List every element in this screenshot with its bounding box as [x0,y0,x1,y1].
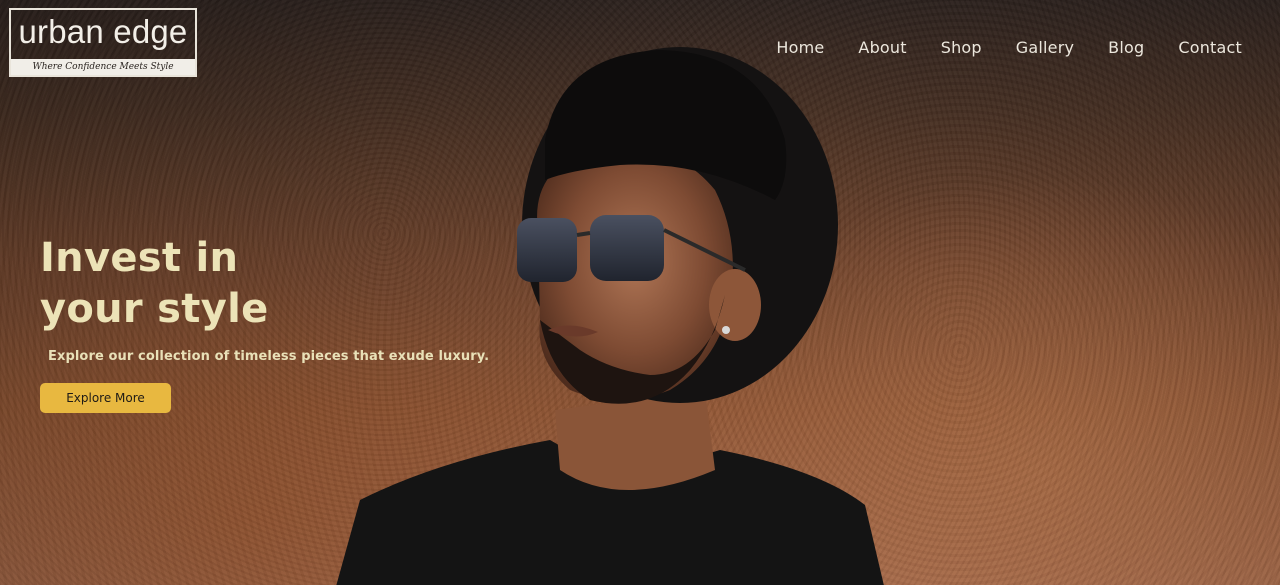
nav-link-home[interactable]: Home [776,38,824,57]
brand-name: urban edge [18,13,188,50]
hero-headline-line2: your style [40,286,269,332]
hero-model-image [336,47,884,585]
explore-more-button[interactable]: Explore More [40,383,171,413]
nav-link-contact[interactable]: Contact [1178,38,1242,57]
nav-link-blog[interactable]: Blog [1108,38,1144,57]
hero-headline: Invest in your style [40,233,269,335]
nav-link-shop[interactable]: Shop [941,38,982,57]
hero-section: urban edge Where Confidence Meets Style … [0,0,1280,585]
brand-logo[interactable]: urban edge Where Confidence Meets Style [9,8,197,77]
hero-headline-line1: Invest in [40,235,239,281]
brand-tagline: Where Confidence Meets Style [11,59,195,75]
hero-subtitle: Explore our collection of timeless piece… [48,349,490,364]
nav-link-gallery[interactable]: Gallery [1016,38,1074,57]
main-nav: Home About Shop Gallery Blog Contact [776,38,1242,57]
nav-link-about[interactable]: About [858,38,906,57]
